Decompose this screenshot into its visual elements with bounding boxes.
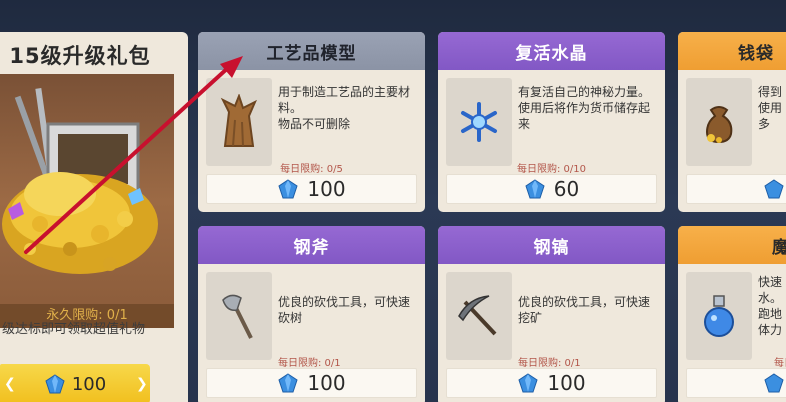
shop-card-steel-pickaxe[interactable]: 钢镐 优良的砍伐工具，可快速挖矿 每日限购: 0/1 100 [438,226,665,402]
chevron-right-icon: ❯ [136,376,148,392]
card-description: 优良的砍伐工具，可快速挖矿 [518,295,651,325]
card-title: 魔 [678,226,786,264]
chevron-left-icon: ❮ [4,376,16,392]
card-price-value: 100 [307,371,346,395]
card-limit: 每日限购: 0/10 [516,164,586,175]
item-icon-box [686,78,752,166]
blue-gem-icon [764,179,784,199]
card-title: 工艺品模型 [198,32,425,70]
blue-gem-icon [518,373,539,393]
shop-card-money-bag[interactable]: 钱袋 得到 使用 多 [678,32,786,212]
item-icon-box [446,78,512,166]
card-description: 得到 使用 多 [758,85,783,131]
pickaxe-icon [458,295,497,336]
item-icon-box [206,78,272,166]
card-description: 用于制造工艺品的主要材料。 物品不可删除 [278,85,411,131]
blue-gem-icon [764,373,784,393]
potion-flask-icon [704,295,734,337]
card-buy-button[interactable] [686,368,786,398]
card-limit: 每日 [774,358,786,369]
card-limit: 每日限购: 0/1 [278,358,341,369]
card-limit: 每日限购: 0/5 [280,164,343,175]
card-price-value: 100 [307,177,346,201]
gift-buy-button[interactable]: ❮ 100 ❯ [0,364,150,402]
card-buy-button[interactable]: 100 [206,174,417,204]
blue-gem-icon [45,374,65,394]
card-title: 钢斧 [198,226,425,264]
card-limit: 每日限购: 0/1 [518,358,581,369]
gift-price-value: 100 [71,373,107,395]
card-description: 快速 水。 跑地 体力 [758,275,783,337]
card-buy-button[interactable]: 100 [446,368,657,398]
card-buy-button[interactable]: 60 [446,174,657,204]
item-icon-box [446,272,512,360]
card-price-value: 60 [553,177,580,201]
shop-card-craft-model[interactable]: 工艺品模型 用于制造工艺品的主要材料。 物品不可删除 每日限购: 0/5 100 [198,32,425,212]
card-buy-button[interactable]: 100 [206,368,417,398]
card-buy-button[interactable] [686,174,786,204]
card-description: 优良的砍伐工具，可快速砍树 [278,295,411,325]
card-title: 复活水晶 [438,32,665,70]
card-price-value: 100 [547,371,586,395]
card-description: 有复活自己的神秘力量。 使用后将作为货币储存起来 [518,85,651,131]
shop-card-revive-crystal[interactable]: 复活水晶 有复活自己的神秘力量。 使用后将作为货币储存起来 每日限购: 0/10… [438,32,665,212]
shop-card-steel-axe[interactable]: 钢斧 优良的砍伐工具，可快速砍树 每日限购: 0/1 100 [198,226,425,402]
axe-icon [222,294,253,339]
card-title: 钱袋 [678,32,786,70]
gift-title: 15级升级礼包 [9,44,151,68]
item-icon-box [206,272,272,360]
treasure-chest-image: 永久限购: 0/1 [0,74,174,328]
shop-card-magic-potion[interactable]: 魔 快速 水。 跑地 体力 每日 [678,226,786,402]
blue-gem-icon [278,179,299,199]
blue-gem-icon [278,373,299,393]
card-title: 钢镐 [438,226,665,264]
gift-description: 级达标即可领取超值礼物 [2,322,146,337]
snowflake-crystal-icon [461,102,497,142]
wood-stump-icon [220,94,257,147]
upgrade-gift-panel: 15级升级礼包 永久限购: 0/1 级达标即可领取超值礼物 ❮ 100 ❯ [0,32,188,402]
treasure-chest-icon [2,88,158,274]
item-icon-box [686,272,752,360]
blue-gem-icon [525,179,545,199]
money-bag-icon [705,106,733,144]
